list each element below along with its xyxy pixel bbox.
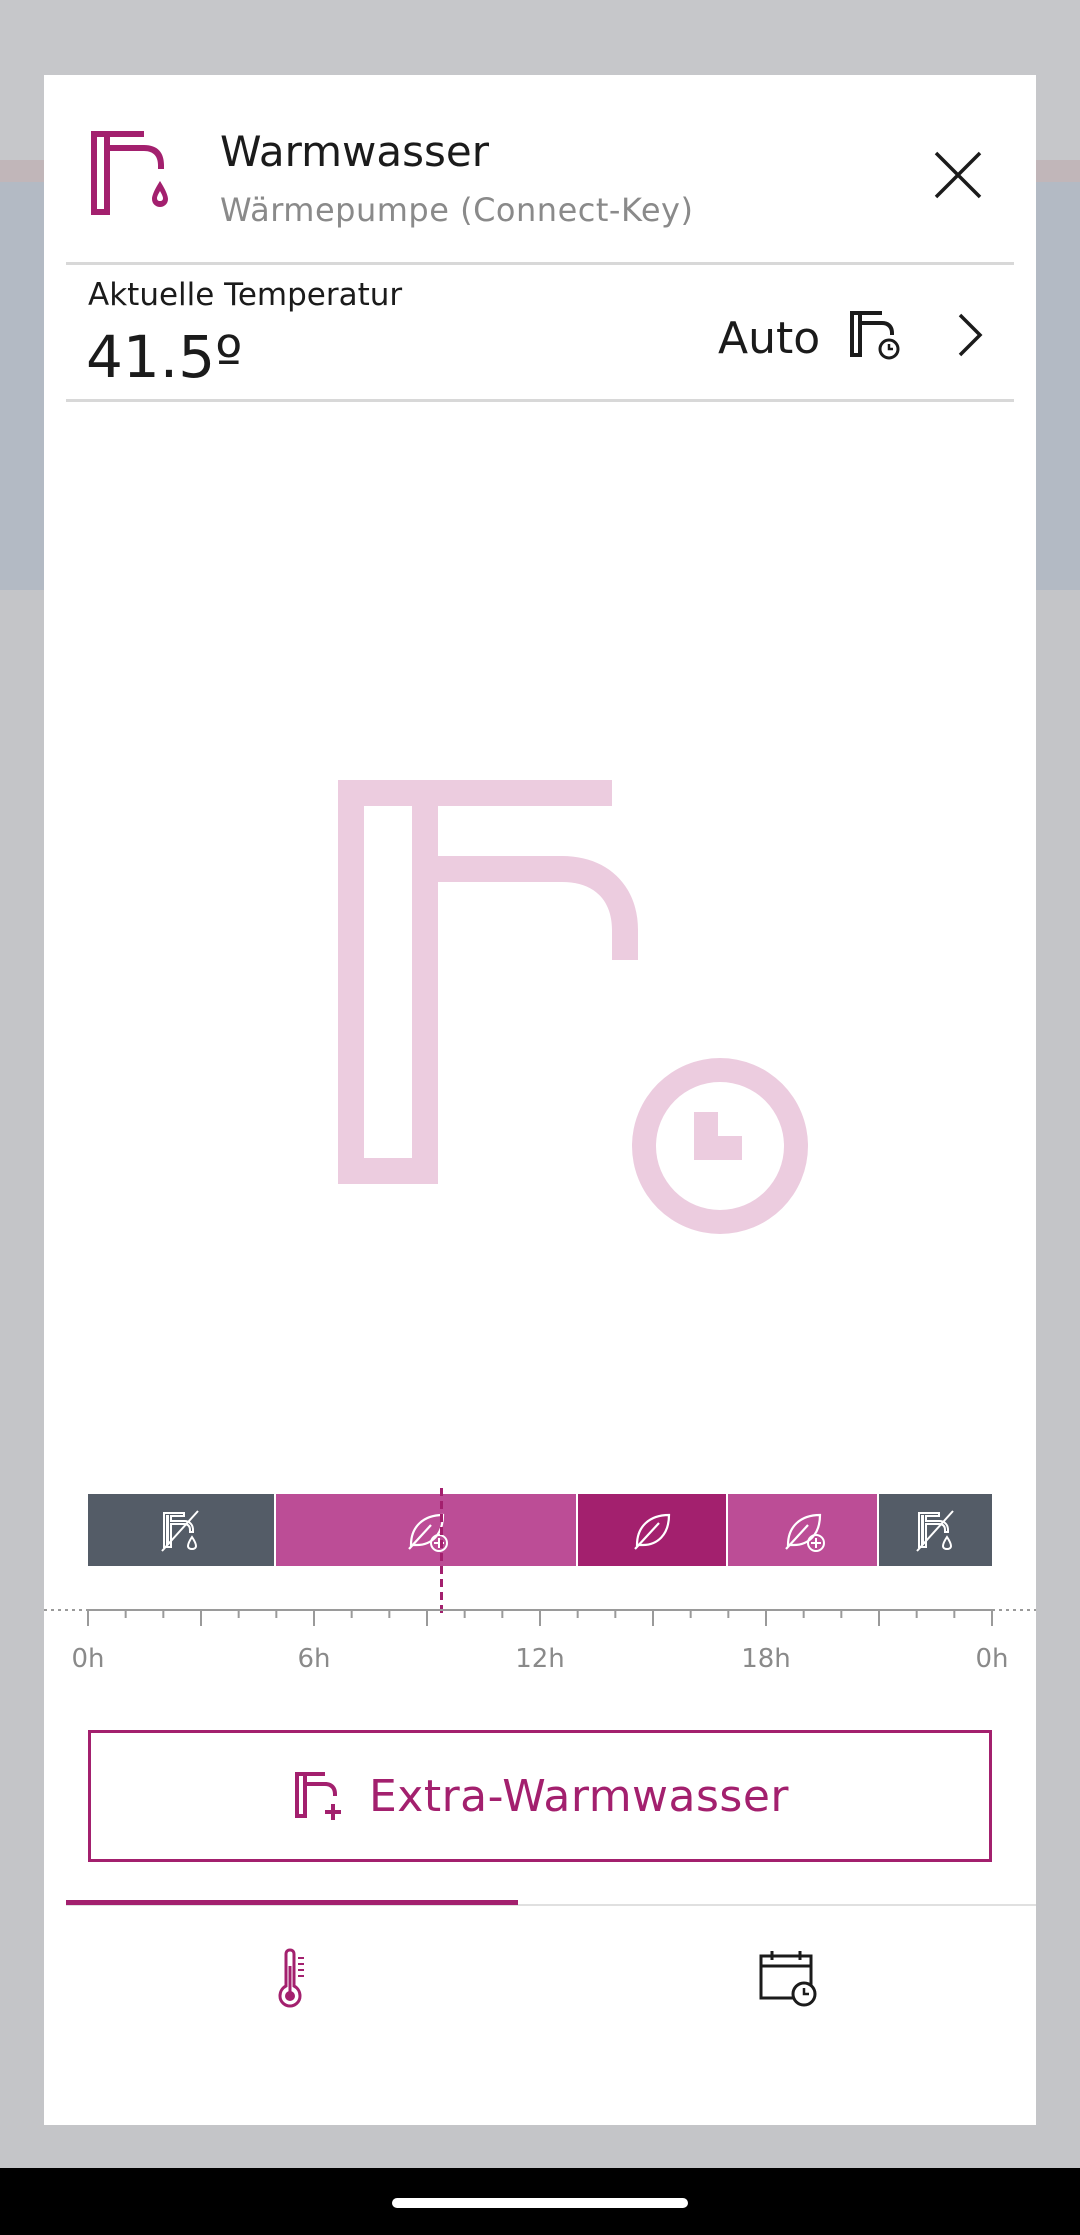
temperature-label: Aktuelle Temperatur (88, 277, 403, 313)
current-time-marker (440, 1488, 444, 1618)
leaf-icon (634, 1513, 671, 1550)
hot-water-tap-icon (91, 131, 168, 215)
chevron-right-icon[interactable] (950, 309, 990, 361)
modal-subtitle: Wärmepumpe (Connect-Key) (220, 191, 694, 229)
thermometer-icon (278, 1948, 304, 2008)
tap-off-icon (915, 1510, 954, 1552)
schedule-timeline[interactable] (88, 1494, 992, 1566)
close-icon[interactable] (928, 145, 988, 205)
extra-hot-water-button[interactable]: Extra-Warmwasser (88, 1730, 992, 1862)
tab-schedule[interactable] (562, 1906, 1014, 2050)
time-axis (44, 1609, 1036, 1626)
timeline-segment-off[interactable] (879, 1494, 992, 1566)
header-divider (66, 262, 1014, 265)
axis-label-0h: 0h (71, 1644, 105, 1674)
temperature-value: 41.5º (86, 323, 243, 391)
home-indicator[interactable] (392, 2198, 688, 2208)
tap-plus-icon (294, 1772, 341, 1820)
tap-off-icon (161, 1510, 199, 1552)
timeline-segment-off[interactable] (88, 1494, 275, 1566)
tab-temperature[interactable] (66, 1906, 518, 2050)
tap-schedule-icon[interactable] (846, 307, 904, 365)
status-divider (66, 399, 1014, 402)
axis-label-6h: 6h (297, 1644, 331, 1674)
timeline-segment-eco-plus[interactable] (728, 1494, 877, 1566)
axis-label-24h: 0h (975, 1644, 1009, 1674)
timeline-segment-eco[interactable] (577, 1494, 727, 1566)
mode-label[interactable]: Auto (718, 313, 820, 364)
extra-hot-water-label: Extra-Warmwasser (368, 1770, 790, 1822)
timeline-segment-eco-plus[interactable] (276, 1494, 576, 1566)
axis-label-12h: 12h (515, 1644, 565, 1674)
active-tab-indicator (66, 1900, 518, 1905)
tap-schedule-illustration (338, 780, 808, 1234)
axis-label-18h: 18h (741, 1644, 791, 1674)
leaf-plus-icon (784, 1513, 825, 1552)
calendar-clock-icon (759, 1951, 817, 2007)
modal-title: Warmwasser (220, 127, 489, 176)
